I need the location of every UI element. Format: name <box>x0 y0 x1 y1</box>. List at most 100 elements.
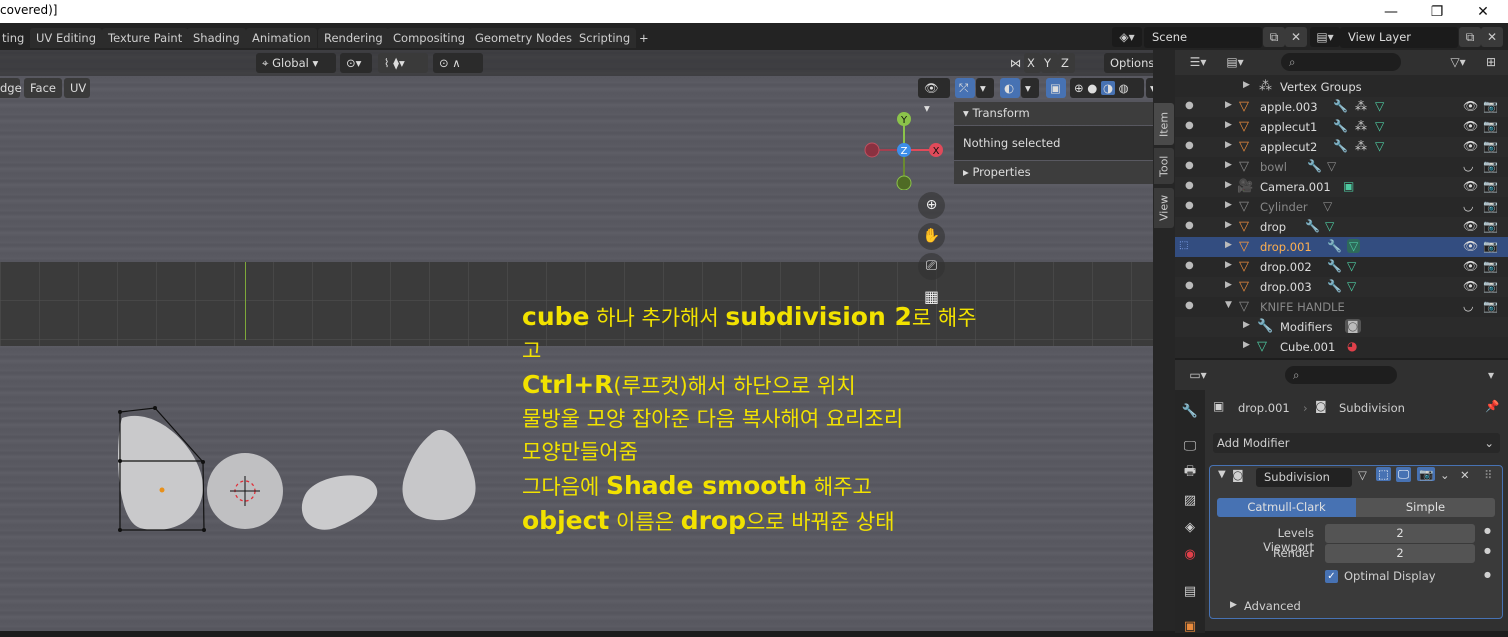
expand-arrow-icon[interactable]: ▶ <box>1225 200 1232 210</box>
tab-tool[interactable]: Tool <box>1154 148 1174 184</box>
list-item[interactable]: ● ▶ ▽ Cylinder ▽ ◡ 📷 <box>1175 197 1508 217</box>
modifier-wrench-icon[interactable]: 🔧 <box>1307 159 1322 173</box>
add-modifier-dropdown[interactable]: Add Modifier ⌄ <box>1213 433 1500 453</box>
levels-viewport-field[interactable]: 2 <box>1325 524 1475 543</box>
list-item[interactable]: ▶ 🔧 Modifiers ◙ <box>1175 317 1508 337</box>
advanced-subpanel[interactable]: Advanced <box>1244 599 1301 613</box>
drag-handle-icon[interactable]: ⠿ <box>1484 468 1492 482</box>
mesh-data-icon[interactable]: ▽ <box>1375 139 1384 153</box>
scene-icon[interactable]: ◈▾ <box>1112 27 1142 47</box>
properties-search-input[interactable]: ⌕ <box>1285 366 1397 384</box>
tool-tab-icon[interactable]: 🔧 <box>1179 400 1201 422</box>
new-scene-icon[interactable]: ⧉ <box>1263 27 1285 47</box>
mesh-data-icon[interactable]: ▽ <box>1347 239 1361 253</box>
add-workspace-button[interactable]: + <box>633 28 655 48</box>
output-tab-icon[interactable]: 🖶 <box>1179 462 1201 484</box>
visibility-eye-icon[interactable]: 👁 <box>1463 179 1478 193</box>
object-tab-icon[interactable]: ▣ <box>1179 615 1201 637</box>
delete-scene-icon[interactable]: ✕ <box>1285 27 1307 47</box>
outliner-funnel-icon[interactable]: ▽▾ <box>1443 52 1473 72</box>
hidden-eye-icon[interactable]: ◡ <box>1463 199 1473 213</box>
render-camera-icon[interactable]: 📷 <box>1483 239 1498 253</box>
remove-modifier-icon[interactable]: ✕ <box>1460 468 1470 482</box>
expand-arrow-icon[interactable]: ▶ <box>1225 140 1232 150</box>
properties-editor-type-icon[interactable]: ▭▾ <box>1183 365 1213 385</box>
list-item[interactable]: ● ▶ ▽ bowl 🔧 ▽ ◡ 📷 <box>1175 157 1508 177</box>
render-camera-icon[interactable]: 📷 <box>1483 159 1498 173</box>
render-toggle-icon[interactable]: 📷 <box>1417 467 1436 481</box>
on-cage-toggle-icon[interactable]: ⬚ <box>1376 467 1391 481</box>
camera-data-icon[interactable]: ▣ <box>1343 179 1354 193</box>
visibility-eye-icon[interactable]: 👁 <box>1463 219 1478 233</box>
modifier-wrench-icon[interactable]: 🔧 <box>1333 119 1348 133</box>
collapse-arrow-icon[interactable]: ▼ <box>1225 300 1232 310</box>
hidden-eye-icon[interactable]: ◡ <box>1463 299 1473 313</box>
realtime-toggle-icon[interactable]: 🖵 <box>1396 467 1412 482</box>
select-mode-face[interactable]: Face <box>24 78 62 98</box>
optimal-display-checkbox[interactable]: ✓ <box>1325 570 1338 583</box>
expand-arrow-icon[interactable]: ▶ <box>1243 320 1250 330</box>
drop-mesh[interactable] <box>117 415 204 531</box>
visibility-eye-icon[interactable]: 👁 <box>1463 139 1478 153</box>
list-item[interactable]: ● ▶ 🎥 Camera.001 ▣ 👁 📷 <box>1175 177 1508 197</box>
edit-mode-toggle-icon[interactable]: ▽ <box>1358 468 1367 482</box>
navigation-gizmo[interactable]: Y X Z <box>860 110 950 190</box>
collapse-arrow-icon[interactable]: ▼ <box>1218 469 1226 480</box>
expand-arrow-icon[interactable]: ▶ <box>1225 160 1232 170</box>
snapping-toggle[interactable]: ⌇ ⧫▾ <box>378 53 428 73</box>
tab-view[interactable]: View <box>1154 188 1174 228</box>
gizmo-neg-x-axis[interactable] <box>864 142 880 158</box>
catmull-clark-button[interactable]: Catmull-Clark <box>1217 498 1356 517</box>
transform-panel-header[interactable]: ▾ Transform <box>954 102 1153 125</box>
pin-icon[interactable]: 📌 <box>1485 399 1499 413</box>
view-layer-tab-icon[interactable]: ▨ <box>1179 489 1201 511</box>
maximize-button[interactable]: ❐ <box>1414 0 1460 23</box>
list-item[interactable]: ● ▶ ▽ drop 🔧 ▽ 👁 📷 <box>1175 217 1508 237</box>
expand-arrow-icon[interactable]: ▶ <box>1243 340 1250 350</box>
modifier-display-icon[interactable]: ◙ <box>1345 319 1361 333</box>
list-item[interactable]: ● ▼ ▽ KNIFE HANDLE ◡ 📷 <box>1175 297 1508 317</box>
expand-arrow-icon[interactable]: ▶ <box>1225 260 1232 270</box>
modifier-wrench-icon[interactable]: 🔧 <box>1333 139 1348 153</box>
expand-arrow-icon[interactable]: ▶ <box>1230 600 1237 610</box>
visibility-eye-icon[interactable]: 👁 <box>1463 119 1478 133</box>
new-collection-icon[interactable]: ⊞ <box>1480 52 1502 72</box>
properties-options-icon[interactable]: ▾ <box>1480 365 1502 385</box>
visibility-eye-icon[interactable]: 👁 <box>1463 259 1478 273</box>
mesh-data-icon[interactable]: ▽ <box>1347 259 1356 273</box>
list-item[interactable]: ● ▶ ▽ apple.003 🔧 ⁂ ▽ 👁 📷 <box>1175 97 1508 117</box>
modifier-menu-chevron-icon[interactable]: ⌄ <box>1440 468 1450 482</box>
render-tab-icon[interactable]: 🖵 <box>1179 435 1201 457</box>
list-item[interactable]: ● ▶ ▽ drop.002 🔧 ▽ 👁 📷 <box>1175 257 1508 277</box>
drop-mesh-4[interactable] <box>402 429 476 521</box>
scene-tab-icon[interactable]: ◈ <box>1179 516 1201 538</box>
mesh-data-icon[interactable]: ▽ <box>1375 99 1384 113</box>
new-view-layer-icon[interactable]: ⧉ <box>1459 27 1481 47</box>
camera-view-icon[interactable]: ⎚ <box>918 253 945 280</box>
transform-orientation-dropdown[interactable]: ⌖ Global ▾ <box>256 53 336 73</box>
collection-tab-icon[interactable]: ▤ <box>1179 580 1201 602</box>
render-camera-icon[interactable]: 📷 <box>1483 99 1498 113</box>
simple-button[interactable]: Simple <box>1356 498 1495 517</box>
expand-arrow-icon[interactable]: ▶ <box>1225 220 1232 230</box>
render-levels-field[interactable]: 2 <box>1325 544 1475 563</box>
drop-mesh-3[interactable] <box>301 475 378 530</box>
visibility-eye-icon[interactable]: 👁 <box>1463 239 1478 253</box>
list-item[interactable]: ● ▶ ▽ applecut1 🔧 ⁂ ▽ 👁 📷 <box>1175 117 1508 137</box>
render-camera-icon[interactable]: 📷 <box>1483 179 1498 193</box>
keyframe-dot-icon[interactable]: ● <box>1484 526 1491 535</box>
modifier-wrench-icon[interactable]: 🔧 <box>1305 219 1320 233</box>
render-camera-icon[interactable]: 📷 <box>1483 119 1498 133</box>
properties-panel-header[interactable]: ▸ Properties <box>954 161 1153 184</box>
list-item[interactable]: ● ▶ ▽ applecut2 🔧 ⁂ ▽ 👁 📷 <box>1175 137 1508 157</box>
minimize-button[interactable]: — <box>1368 0 1414 23</box>
keyframe-dot-icon[interactable]: ● <box>1484 546 1491 555</box>
mesh-data-icon[interactable]: ▽ <box>1325 219 1334 233</box>
expand-arrow-icon[interactable]: ▶ <box>1225 120 1232 130</box>
render-camera-icon[interactable]: 📷 <box>1483 279 1498 293</box>
modifier-wrench-icon[interactable]: 🔧 <box>1327 279 1342 293</box>
pan-hand-icon[interactable]: ✋ <box>918 223 945 250</box>
render-camera-icon[interactable]: 📷 <box>1483 259 1498 273</box>
list-item[interactable]: ▶ ⁂ Vertex Groups <box>1175 77 1508 97</box>
world-tab-icon[interactable]: ◉ <box>1179 543 1201 565</box>
